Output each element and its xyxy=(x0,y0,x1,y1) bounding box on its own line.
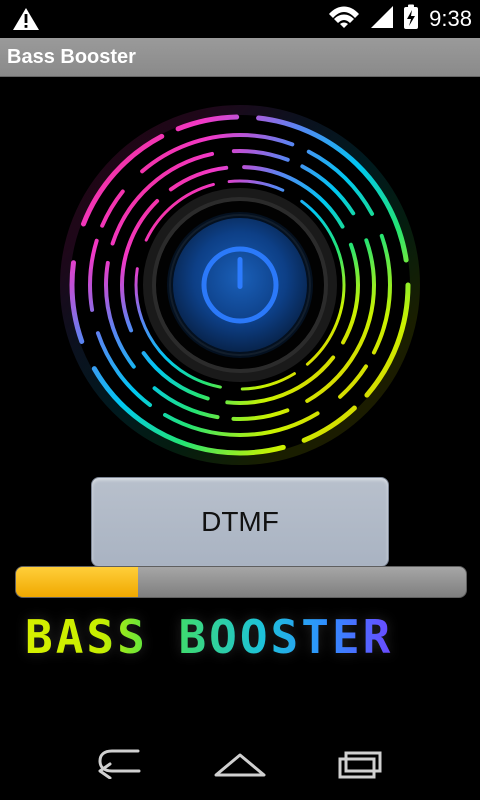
bass-dial xyxy=(40,100,440,480)
wifi-icon xyxy=(327,4,361,35)
home-button[interactable] xyxy=(200,738,280,790)
status-time: 9:38 xyxy=(429,6,472,31)
status-icons: 9:38 xyxy=(327,4,472,34)
app-title-bar: Bass Booster xyxy=(0,38,480,77)
signal-icon xyxy=(369,4,395,35)
rainbow-ring-graphic xyxy=(60,105,420,465)
logo-text: BASS BOOSTER xyxy=(25,610,455,664)
app-logo: BASS BOOSTER xyxy=(25,610,455,680)
boost-level-bar[interactable] xyxy=(15,566,467,598)
recents-button[interactable] xyxy=(320,738,400,790)
navigation-bar xyxy=(0,728,480,800)
boost-level-fill xyxy=(16,567,138,597)
warning-icon xyxy=(12,6,40,32)
power-icon xyxy=(237,257,243,289)
dtmf-button[interactable]: DTMF xyxy=(91,477,389,567)
back-icon xyxy=(98,749,141,779)
battery-charging-icon xyxy=(403,4,419,35)
status-bar: 9:38 xyxy=(0,0,480,38)
home-icon xyxy=(214,753,266,777)
recents-icon xyxy=(338,751,382,779)
app-title: Bass Booster xyxy=(7,46,136,68)
power-button[interactable] xyxy=(167,212,313,358)
back-button[interactable] xyxy=(80,738,160,790)
